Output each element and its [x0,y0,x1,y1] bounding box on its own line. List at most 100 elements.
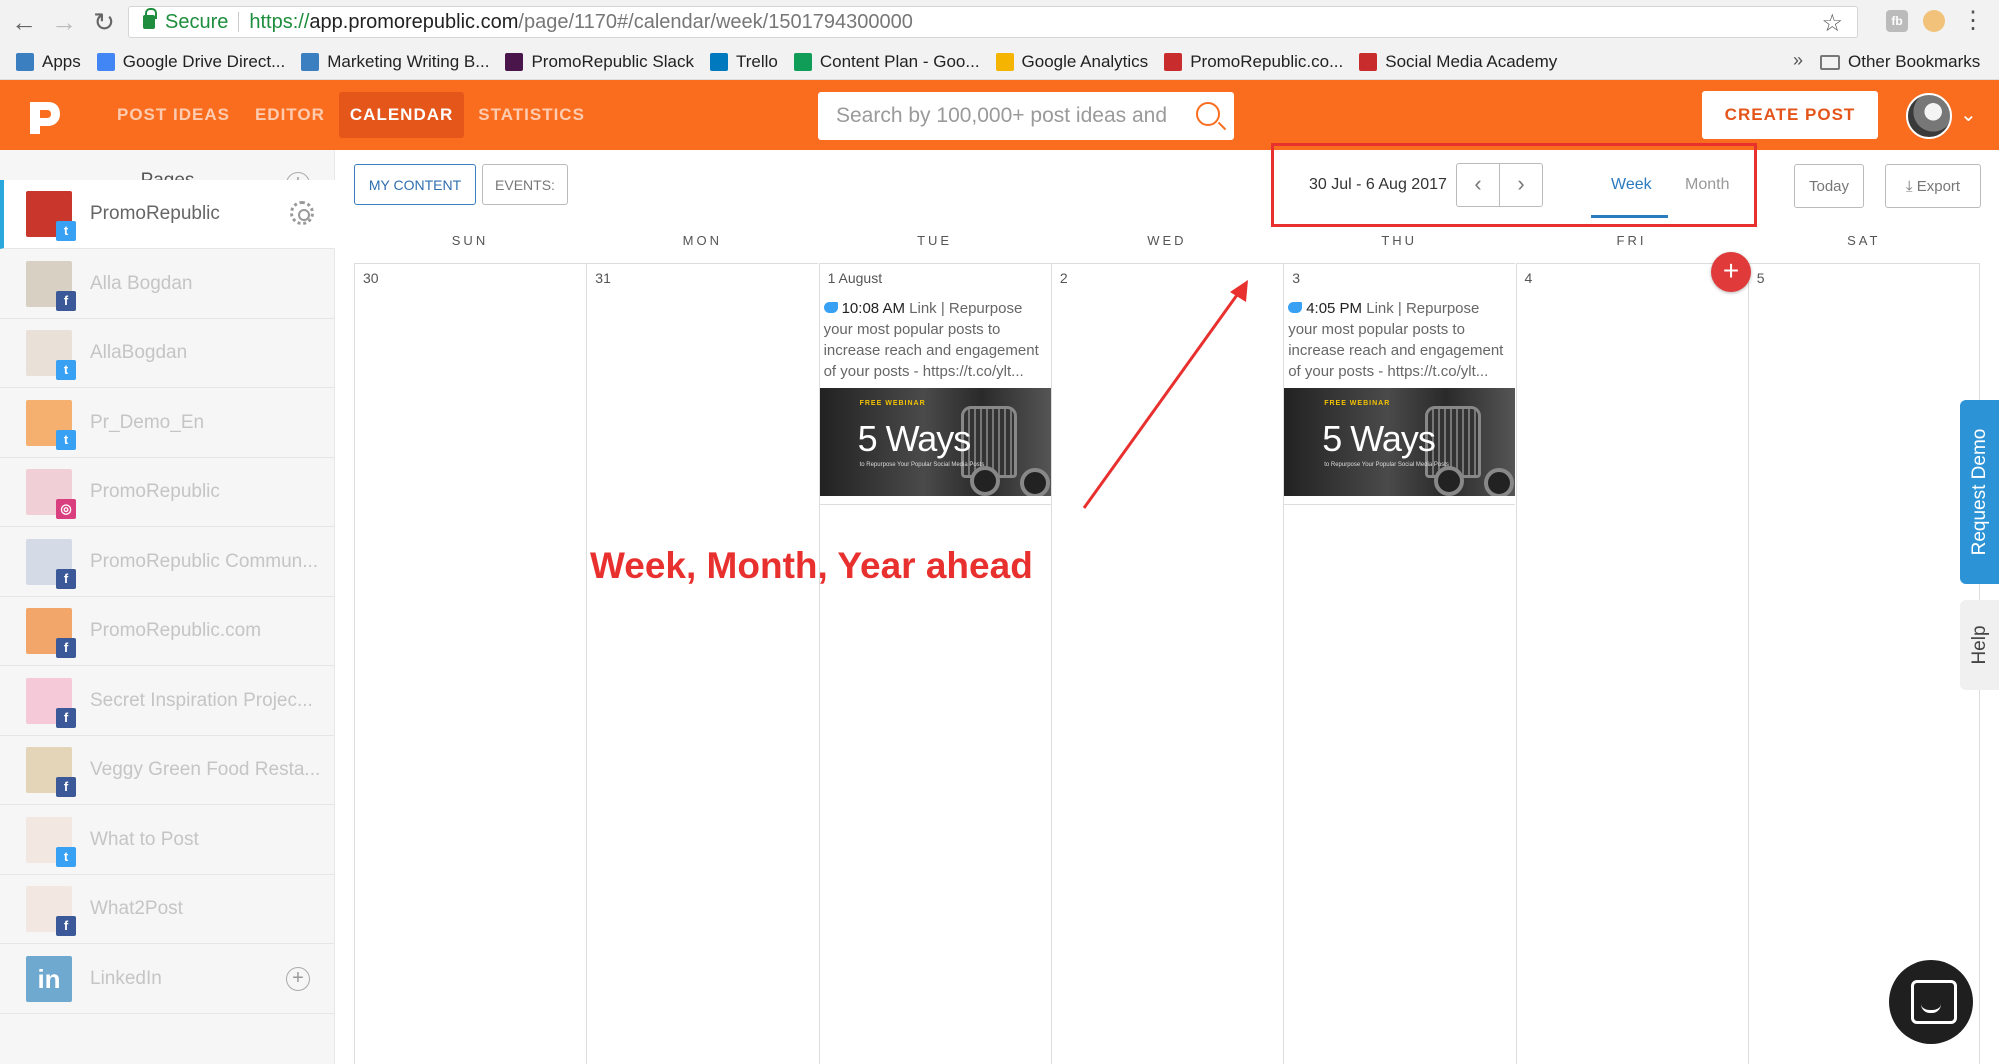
facebook-badge-icon: f [56,916,76,936]
annotation-highlight-box [1271,143,1757,227]
sidebar-page-item[interactable]: t AllaBogdan [0,319,335,388]
scheduled-post[interactable]: 4:05 PM Link | Repurpose your most popul… [1284,298,1516,505]
bookmark-item[interactable]: Marketing Writing B... [301,52,489,72]
bookmark-item[interactable]: Social Media Academy [1359,52,1557,72]
sidebar-page-item[interactable]: ◎ PromoRepublic [0,458,335,527]
url-path: /page/1170#/calendar/week/1501794300000 [518,10,913,33]
nav-post-ideas[interactable]: POST IDEAS [106,80,241,150]
other-bookmarks-label: Other Bookmarks [1848,52,1981,71]
url-field[interactable]: Secure https:// app.promorepublic.com /p… [128,6,1858,38]
page-avatar: t [26,399,76,450]
page-avatar: f [26,260,76,311]
truck-wheel-graphic [1434,466,1465,496]
add-linkedin-icon[interactable]: + [286,966,310,991]
create-post-button[interactable]: CREATE POST [1702,91,1878,139]
sidebar-page-item[interactable]: f PromoRepublic Commun... [0,528,335,597]
day-cell[interactable]: 30 [354,263,586,1064]
bookmark-favicon-icon [505,52,524,71]
chevron-down-icon[interactable]: ⌄ [1960,102,1977,127]
day-cell[interactable]: 3 4:05 PM Link | Repurpose your most popu… [1283,263,1516,1064]
facebook-badge-icon: f [56,638,76,658]
export-button[interactable]: ⤓ Export [1885,164,1981,208]
day-cell[interactable]: 5 [1747,263,1980,1064]
facebook-badge-icon: f [56,290,76,311]
bookmark-item[interactable]: Google Analytics [995,51,1149,72]
help-tab[interactable]: Help [1960,600,1999,690]
bookmark-favicon-icon [301,52,320,71]
annotation-text: Week, Month, Year ahead [590,545,1033,586]
day-header: THU [1381,233,1418,248]
bookmarks-overflow-icon[interactable]: » [1793,50,1803,71]
day-cell[interactable]: 31 [586,263,819,1064]
day-cell[interactable]: 1 August 10:08 AM Link | Repurpose your m… [818,263,1051,1064]
nav-editor[interactable]: EDITOR [244,80,336,150]
day-cell[interactable]: 4 [1515,263,1748,1064]
bookmark-favicon-icon [995,52,1014,71]
bookmark-label: Apps [42,51,81,71]
avatar[interactable] [1906,93,1952,139]
bookmark-favicon-icon [709,52,728,71]
forward-icon[interactable]: → [48,6,80,38]
today-button[interactable]: Today [1794,164,1864,208]
bookmark-item[interactable]: Apps [16,52,81,72]
url-scheme: https:// [249,10,310,33]
page-name: What to Post [90,828,199,850]
sidebar-page-item[interactable]: t Pr_Demo_En [0,389,335,458]
sidebar-page-item[interactable]: f Secret Inspiration Projec... [0,667,335,736]
extension-icon[interactable]: fb [1886,10,1908,32]
truck-wheel-graphic [969,466,1000,496]
sidebar-page-item[interactable]: f Veggy Green Food Resta... [0,736,335,805]
back-icon[interactable]: ← [8,6,40,38]
other-bookmarks[interactable]: Other Bookmarks [1820,44,1980,80]
page-avatar: f [26,677,76,728]
bookmark-item[interactable]: Content Plan - Goo... [793,52,980,72]
nav-statistics[interactable]: STATISTICS [467,80,596,150]
facebook-badge-icon: f [56,707,76,728]
bookmark-item[interactable]: PromoRepublic Slack [505,52,694,72]
url-host: app.promorepublic.com [309,10,519,33]
promorepublic-logo-icon[interactable] [24,98,64,138]
sidebar-page-item[interactable]: f Alla Bogdan [0,250,335,319]
page-avatar: f [26,886,76,936]
gear-icon[interactable] [290,201,314,225]
bookmark-star-icon[interactable]: ☆ [1821,9,1843,38]
bookmarks-bar: Apps Google Drive Direct... Marketing Writ… [0,44,1999,80]
sidebar-page-item[interactable]: f What2Post [0,875,335,944]
bookmark-favicon-icon [96,52,115,71]
reload-icon[interactable]: ↻ [88,6,120,38]
truck-wheel-graphic [1019,468,1050,496]
events-button[interactable]: EVENTS: [482,164,568,205]
page-name: LinkedIn [90,967,162,989]
bookmark-label: Google Drive Direct... [122,51,286,71]
twitter-icon [1288,302,1303,313]
bookmark-item[interactable]: Google Drive Direct... [96,51,286,72]
sidebar-page-item[interactable]: f PromoRepublic.com [0,597,335,666]
cookie-extension-icon[interactable] [1923,10,1945,32]
bookmark-label: Social Media Academy [1385,51,1558,71]
post-divider [819,504,1051,505]
page-name: Veggy Green Food Resta... [90,759,321,780]
page-name: PromoRepublic Commun... [90,550,319,572]
search-input[interactable] [836,94,1196,138]
bookmark-label: Google Analytics [1021,51,1149,71]
bookmark-item[interactable]: PromoRepublic.co... [1164,52,1343,72]
bookmark-item[interactable]: Trello [709,52,778,72]
chat-launcher-icon[interactable] [1889,960,1973,1044]
sidebar-page-item[interactable]: in LinkedIn + [0,945,335,1014]
sidebar-page-item[interactable]: t What to Post [0,806,335,875]
bookmark-favicon-icon [1359,52,1378,71]
page-name: What2Post [90,898,183,919]
page-avatar: t [26,191,76,241]
my-content-button[interactable]: MY CONTENT [354,164,476,205]
browser-menu-icon[interactable]: ⋮ [1961,6,1985,35]
day-number: 2 [1059,270,1068,286]
bookmark-favicon-icon [793,52,812,71]
search-icon[interactable] [1196,102,1220,126]
add-post-fab[interactable]: + [1711,252,1751,292]
request-demo-tab[interactable]: Request Demo [1960,400,1999,584]
page-name: AllaBogdan [90,342,188,363]
sidebar-page-item[interactable]: t PromoRepublic [0,180,335,249]
nav-calendar[interactable]: CALENDAR [338,92,465,138]
scheduled-post[interactable]: 10:08 AM Link | Repurpose your most popu… [819,298,1051,505]
day-header: FRI [1616,233,1647,248]
